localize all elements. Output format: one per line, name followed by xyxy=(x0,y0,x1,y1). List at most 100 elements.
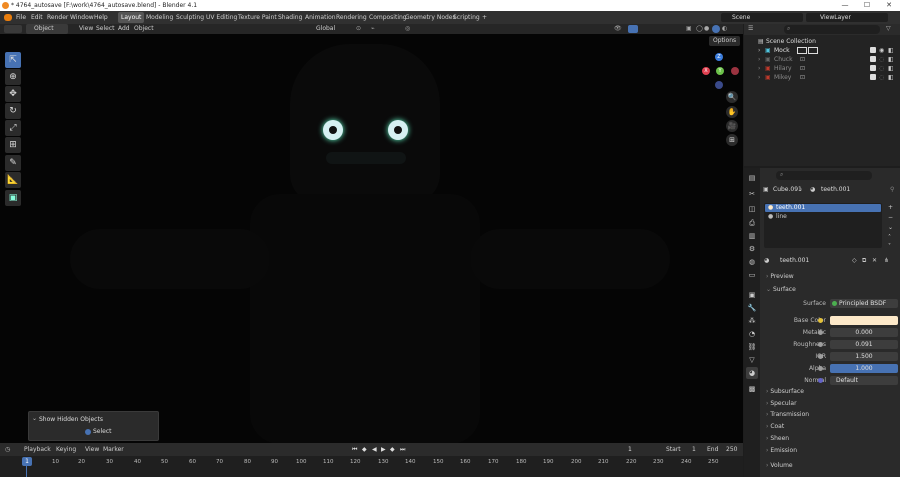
material-browse-icon[interactable]: ◕ xyxy=(764,257,769,264)
select-checkbox[interactable] xyxy=(85,429,91,435)
select-tool[interactable]: ⇱ xyxy=(5,52,21,68)
eye-closed-icon[interactable]: ◌ xyxy=(879,64,884,73)
section-coat[interactable]: › Coat xyxy=(766,423,784,430)
socket-icon[interactable] xyxy=(818,378,823,383)
menu-render[interactable]: Render xyxy=(47,11,68,24)
section-surface[interactable]: ⌄ Surface xyxy=(766,286,796,293)
material-preview-shading-icon[interactable] xyxy=(712,25,720,33)
timeline-ruler[interactable]: 1 10 20 30 40 50 60 70 80 90 100 110 120… xyxy=(0,456,743,477)
outliner-row-chuck[interactable]: › ▣ Chuck ⊡ ◌ ◧ xyxy=(744,55,900,64)
blender-menu-icon[interactable] xyxy=(4,14,12,21)
menu-window[interactable]: Window xyxy=(70,11,94,24)
end-frame-field[interactable]: 250 xyxy=(726,443,737,456)
material-name-field[interactable]: teeth.001 xyxy=(780,257,809,264)
viewport-options-button[interactable]: Options xyxy=(709,36,741,46)
camera-render-icon[interactable]: ◧ xyxy=(888,73,894,82)
fake-user-icon[interactable]: ◇ xyxy=(852,257,857,264)
pin-icon[interactable]: ⚲ xyxy=(890,186,894,193)
close-button[interactable]: ✕ xyxy=(878,0,900,11)
viewport-menu-object[interactable]: Object xyxy=(134,24,154,34)
remove-slot-icon[interactable]: − xyxy=(888,214,893,221)
visibility-icon[interactable]: 👁 xyxy=(614,24,622,34)
jump-start-icon[interactable]: ⏮ xyxy=(352,443,357,456)
current-frame-field[interactable]: 1 xyxy=(628,443,632,456)
outliner-search-input[interactable] xyxy=(784,25,880,34)
filter-icon[interactable]: ▽ xyxy=(886,25,891,32)
properties-editor-type-icon[interactable]: ▤ xyxy=(746,172,758,184)
camera-view-icon[interactable]: 🎥 xyxy=(726,120,738,132)
eye-closed-icon[interactable]: ◌ xyxy=(879,55,884,64)
ior-field[interactable]: 1.500 xyxy=(830,352,898,361)
section-volume[interactable]: › Volume xyxy=(766,462,793,469)
tool-tab-icon[interactable]: ✂ xyxy=(746,188,758,200)
add-slot-icon[interactable]: + xyxy=(888,204,893,211)
rotate-tool[interactable]: ↻ xyxy=(5,103,21,119)
wireframe-shading-icon[interactable]: ◯ xyxy=(696,24,703,34)
scene-tab-icon[interactable]: ⚙ xyxy=(746,243,758,255)
tab-modeling[interactable]: Modeling xyxy=(143,12,176,23)
rendered-shading-icon[interactable]: ◐ xyxy=(722,24,727,34)
socket-icon[interactable] xyxy=(818,330,823,335)
menu-file[interactable]: File xyxy=(16,11,26,24)
include-checkbox[interactable] xyxy=(870,74,876,80)
include-checkbox[interactable] xyxy=(870,56,876,62)
3d-viewport[interactable]: ⇱ ⊕ ✥ ↻ ⤢ ⊞ ✎ 📐 ▣ Options Z X Y 🔍 ✋ 🎥 ⊞ xyxy=(0,34,743,443)
alpha-field[interactable]: 1.000 xyxy=(830,364,898,373)
output-tab-icon[interactable]: ⎙ xyxy=(746,217,758,229)
timeline-menu-playback[interactable]: Playback xyxy=(24,443,51,456)
gizmo-y-axis[interactable]: Y xyxy=(716,67,724,75)
minimize-button[interactable]: — xyxy=(834,0,856,11)
camera-render-icon[interactable]: ◧ xyxy=(888,64,894,73)
measure-tool[interactable]: 📐 xyxy=(5,172,21,188)
metallic-field[interactable]: 0.000 xyxy=(830,328,898,337)
scale-tool[interactable]: ⤢ xyxy=(5,120,21,136)
menu-edit[interactable]: Edit xyxy=(31,11,43,24)
roughness-field[interactable]: 0.091 xyxy=(830,340,898,349)
tab-shading[interactable]: Shading xyxy=(275,12,305,23)
constraints-tab-icon[interactable]: ⛓ xyxy=(746,341,758,353)
view-layer-tab-icon[interactable]: ▥ xyxy=(746,230,758,242)
annotate-tool[interactable]: ✎ xyxy=(5,155,21,171)
modifier-tab-icon[interactable]: 🔧 xyxy=(746,302,758,314)
unlink-material-icon[interactable]: ✕ xyxy=(872,257,877,264)
tab-scripting[interactable]: Scripting xyxy=(450,12,483,23)
timeline-menu-marker[interactable]: Marker xyxy=(103,443,124,456)
physics-tab-icon[interactable]: ◔ xyxy=(746,328,758,340)
viewport-menu-view[interactable]: View xyxy=(79,24,93,34)
play-icon[interactable]: ▶ xyxy=(381,443,386,456)
show-gizmo-icon[interactable] xyxy=(628,25,638,33)
proportional-edit-icon[interactable]: ◎ xyxy=(405,24,410,34)
gizmo-z-axis[interactable]: Z xyxy=(715,53,723,61)
expand-chevron-icon[interactable]: › xyxy=(758,55,760,64)
eye-icon[interactable]: ◉ xyxy=(879,46,884,55)
gizmo-neg-x-axis[interactable] xyxy=(731,67,739,75)
node-tree-icon[interactable]: ⋔ xyxy=(884,257,889,264)
add-cube-tool[interactable]: ▣ xyxy=(5,190,21,206)
section-transmission[interactable]: › Transmission xyxy=(766,411,809,418)
socket-icon[interactable] xyxy=(818,318,823,323)
viewport-menu-select[interactable]: Select xyxy=(96,24,115,34)
start-frame-field[interactable]: 1 xyxy=(692,443,696,456)
material-slot[interactable]: ● line xyxy=(765,213,881,221)
normal-dropdown[interactable]: Default xyxy=(830,376,898,385)
outliner-row-mikey[interactable]: › ▣ Mikey ⊡ ◌ ◧ xyxy=(744,73,900,82)
outliner-row-mock[interactable]: › ▣ Mock ◉ ◧ xyxy=(744,46,900,55)
add-workspace-button[interactable]: + xyxy=(479,12,490,23)
slot-menu-icon[interactable]: ⌄ xyxy=(888,224,893,231)
socket-icon[interactable] xyxy=(818,354,823,359)
snap-icon[interactable]: ⌁ xyxy=(371,24,375,34)
socket-icon[interactable] xyxy=(818,342,823,347)
tab-rendering[interactable]: Rendering xyxy=(333,12,370,23)
collapse-chevron-icon[interactable]: ⌄ xyxy=(32,415,37,422)
maximize-button[interactable]: ☐ xyxy=(856,0,878,11)
section-preview[interactable]: › Preview xyxy=(766,273,794,280)
tab-layout[interactable]: Layout xyxy=(118,12,145,23)
timeline-menu-view[interactable]: View xyxy=(85,443,99,456)
jump-end-icon[interactable]: ⏭ xyxy=(400,443,405,456)
outliner-editor-type-icon[interactable]: ☰ xyxy=(748,25,753,32)
collection-tab-icon[interactable]: ▭ xyxy=(746,269,758,281)
include-checkbox[interactable] xyxy=(870,65,876,71)
xray-icon[interactable]: ▣ xyxy=(686,24,692,34)
section-subsurface[interactable]: › Subsurface xyxy=(766,388,804,395)
prev-keyframe-icon[interactable]: ◆ xyxy=(362,443,367,456)
